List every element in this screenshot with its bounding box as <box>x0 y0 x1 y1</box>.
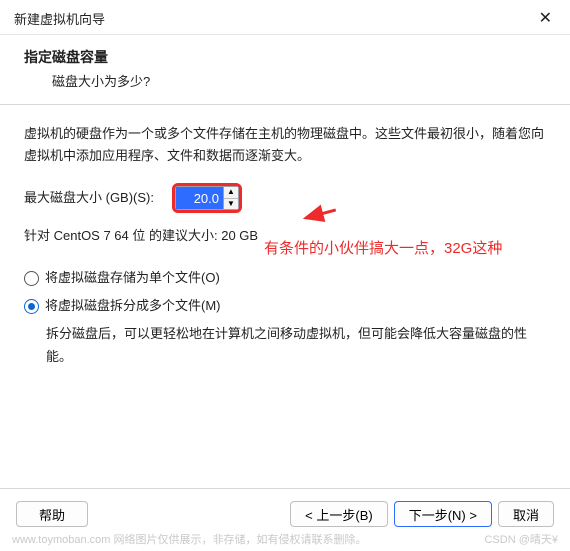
disk-size-input[interactable] <box>175 186 223 210</box>
split-files-note: 拆分磁盘后，可以更轻松地在计算机之间移动虚拟机，但可能会降低大容量磁盘的性能。 <box>24 323 546 367</box>
back-button[interactable]: < 上一步(B) <box>290 501 388 527</box>
window-title: 新建虚拟机向导 <box>14 9 105 28</box>
disk-size-spinner: ▲ ▼ <box>172 183 242 213</box>
radio-single-file-label: 将虚拟磁盘存储为单个文件(O) <box>45 267 220 289</box>
radio-split-files[interactable] <box>24 299 39 314</box>
max-disk-size-label: 最大磁盘大小 (GB)(S): <box>24 187 154 209</box>
help-button[interactable]: 帮助 <box>16 501 88 527</box>
spin-up-button[interactable]: ▲ <box>224 187 238 199</box>
watermark-left: www.toymoban.com 网络图片仅供展示，非存储，如有侵权请联系删除。 <box>12 531 366 547</box>
annotation-text: 有条件的小伙伴搞大一点，32G这种 <box>264 238 544 261</box>
page-title: 指定磁盘容量 <box>24 47 546 67</box>
disk-description: 虚拟机的硬盘作为一个或多个文件存储在主机的物理磁盘中。这些文件最初很小，随着您向… <box>24 123 546 167</box>
radio-single-file[interactable] <box>24 271 39 286</box>
watermark-right: CSDN @晴天¥ <box>484 531 558 547</box>
spin-down-button[interactable]: ▼ <box>224 199 238 210</box>
page-subtitle: 磁盘大小为多少? <box>24 71 546 90</box>
cancel-button[interactable]: 取消 <box>498 501 554 527</box>
radio-split-files-label: 将虚拟磁盘拆分成多个文件(M) <box>45 295 221 317</box>
close-icon[interactable]: ✕ <box>535 8 556 28</box>
next-button[interactable]: 下一步(N) > <box>394 501 492 527</box>
